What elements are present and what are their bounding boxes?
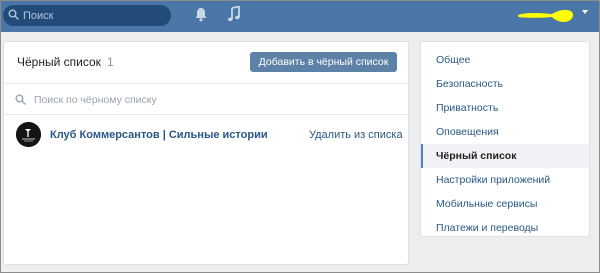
menu-item-blacklist[interactable]: Чёрный список (421, 144, 589, 168)
menu-item-security[interactable]: Безопасность (421, 72, 589, 96)
top-bar (1, 1, 599, 32)
search-icon (15, 94, 26, 105)
menu-item-general[interactable]: Общее (421, 48, 589, 72)
user-menu-redacted[interactable] (516, 8, 575, 23)
blocked-entity-name[interactable]: Клуб Коммерсантов | Сильные истории (50, 129, 268, 141)
menu-item-payments[interactable]: Платежи и переводы (421, 216, 589, 240)
menu-item-app-settings[interactable]: Настройки приложений (421, 168, 589, 192)
list-item: Клуб Коммерсантов | Сильные истории Удал… (4, 122, 408, 152)
search-icon (8, 9, 19, 20)
remove-from-list-link[interactable]: Удалить из списка (309, 129, 403, 141)
page-title: Чёрный список (17, 55, 101, 69)
menu-item-privacy[interactable]: Приватность (421, 96, 589, 120)
club-logo-icon (16, 122, 41, 147)
menu-item-mobile-services[interactable]: Мобильные сервисы (421, 192, 589, 216)
window: Чёрный список 1 Добавить в чёрный список (0, 0, 600, 273)
chevron-down-icon[interactable] (582, 10, 588, 14)
header-search-input[interactable] (23, 7, 163, 24)
avatar[interactable] (16, 122, 41, 147)
bell-icon[interactable] (194, 7, 208, 22)
settings-menu: Общее Безопасность Приватность Оповещени… (420, 41, 590, 237)
menu-item-notifications[interactable]: Оповещения (421, 120, 589, 144)
blacklist-search[interactable] (4, 85, 408, 115)
blacklist-header: Чёрный список 1 Добавить в чёрный список (4, 42, 408, 84)
add-to-blacklist-button[interactable]: Добавить в чёрный список (250, 52, 397, 72)
header-search[interactable] (3, 5, 171, 26)
blacklist-panel: Чёрный список 1 Добавить в чёрный список (3, 41, 409, 265)
blacklist-search-input[interactable] (34, 91, 394, 109)
music-icon[interactable] (227, 6, 241, 22)
blacklist-count: 1 (107, 55, 114, 69)
